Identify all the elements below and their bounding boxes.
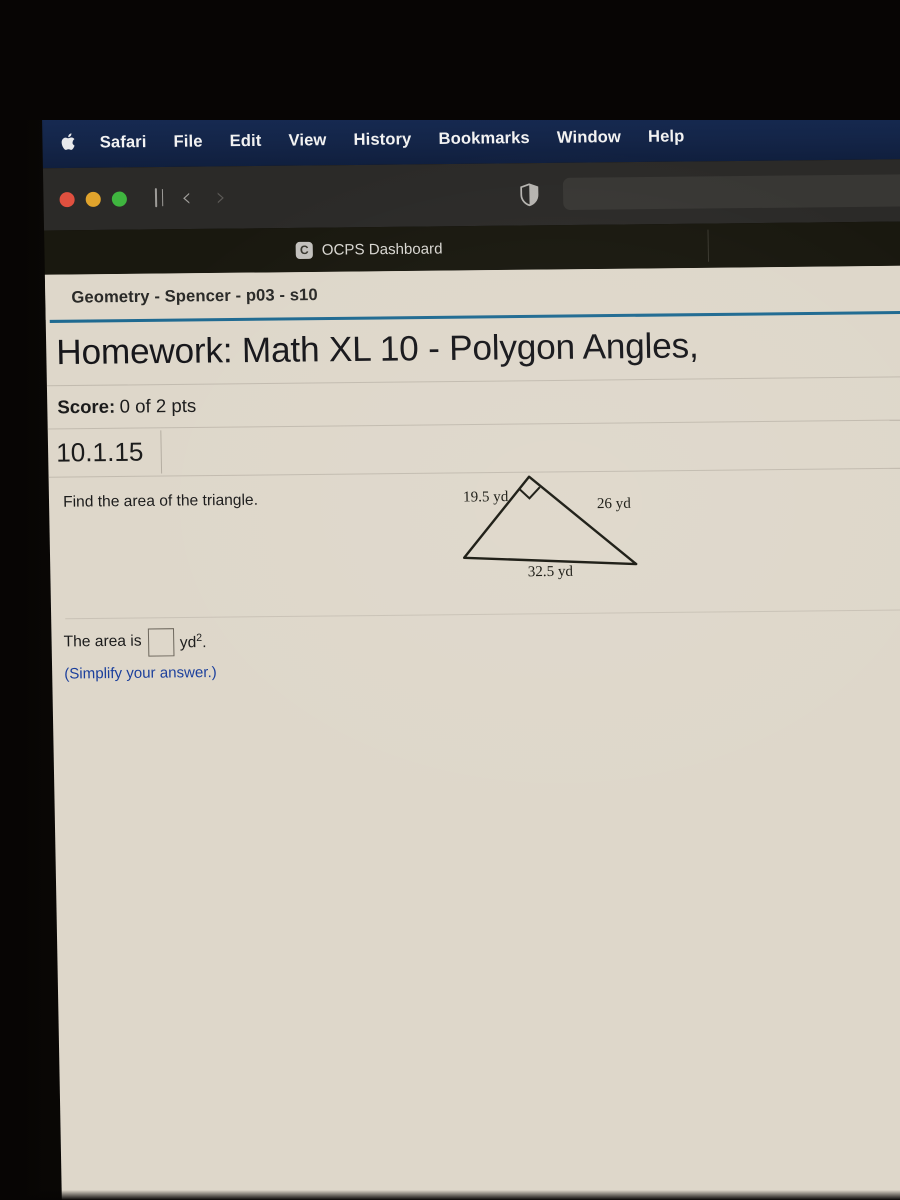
- address-bar[interactable]: [562, 173, 900, 211]
- menu-item-view[interactable]: View: [288, 131, 326, 150]
- homework-title-row: Homework: Math XL 10 - Polygon Angles,: [45, 313, 900, 387]
- answer-unit-label: yd2.: [179, 631, 207, 652]
- window-controls: [59, 190, 128, 207]
- answer-area: The area is yd2. (Simplify your answer.): [51, 610, 900, 683]
- zoom-window-button[interactable]: [111, 190, 128, 207]
- question-number: 10.1.15: [55, 436, 144, 468]
- macos-menu-bar: Safari File Edit View History Bookmarks …: [42, 108, 900, 169]
- photo-left-mask: [0, 0, 44, 1200]
- menu-item-window[interactable]: Window: [557, 128, 621, 148]
- chevron-left-icon[interactable]: ‹: [181, 183, 192, 213]
- close-window-button[interactable]: [59, 191, 75, 207]
- question-body: Find the area of the triangle. 19.5 yd 2…: [49, 467, 900, 620]
- tab-ocps-dashboard[interactable]: C OCPS Dashboard: [295, 226, 461, 272]
- figure-label-hypotenuse: 32.5 yd: [527, 563, 574, 581]
- apple-logo-icon[interactable]: [60, 132, 77, 152]
- page-content: Geometry - Spencer - p03 - s10 Homework:…: [44, 265, 900, 1200]
- simplify-note: (Simplify your answer.): [64, 663, 217, 683]
- course-title: Geometry - Spencer - p03 - s10: [71, 285, 318, 307]
- menu-item-safari[interactable]: Safari: [100, 132, 147, 152]
- minimize-window-button[interactable]: [85, 191, 101, 207]
- answer-line: The area is yd2.: [64, 624, 900, 657]
- menu-item-bookmarks[interactable]: Bookmarks: [438, 128, 530, 148]
- figure-label-left-leg: 19.5 yd: [462, 488, 509, 506]
- sidebar-toggle-icon[interactable]: [154, 188, 158, 208]
- photographed-screen: Safari File Edit View History Bookmarks …: [42, 108, 900, 1200]
- figure-label-right-leg: 26 yd: [596, 495, 631, 513]
- page-title: Homework: Math XL 10 - Polygon Angles,: [55, 326, 699, 373]
- question-number-divider: [160, 430, 163, 474]
- tab-title: OCPS Dashboard: [321, 239, 443, 259]
- menu-item-help[interactable]: Help: [648, 127, 685, 146]
- privacy-shield-icon[interactable]: [519, 182, 539, 206]
- browser-toolbar: ‹ ›: [42, 158, 900, 231]
- triangle-figure: 19.5 yd 26 yd 32.5 yd: [420, 467, 684, 595]
- chevron-right-icon[interactable]: ›: [215, 182, 226, 212]
- menu-item-edit[interactable]: Edit: [230, 131, 262, 150]
- answer-prefix-label: The area is: [63, 632, 142, 651]
- screenshot-stage: Safari File Edit View History Bookmarks …: [0, 0, 900, 1200]
- answer-input[interactable]: [147, 628, 175, 657]
- menu-item-file[interactable]: File: [173, 132, 202, 151]
- tab-divider: [707, 229, 710, 262]
- menu-item-history[interactable]: History: [353, 130, 411, 150]
- score-label: Score:: [57, 395, 116, 418]
- tab-favicon-icon: C: [295, 241, 313, 259]
- photo-top-mask: [0, 0, 900, 120]
- score-value: 0 of 2 pts: [119, 394, 197, 417]
